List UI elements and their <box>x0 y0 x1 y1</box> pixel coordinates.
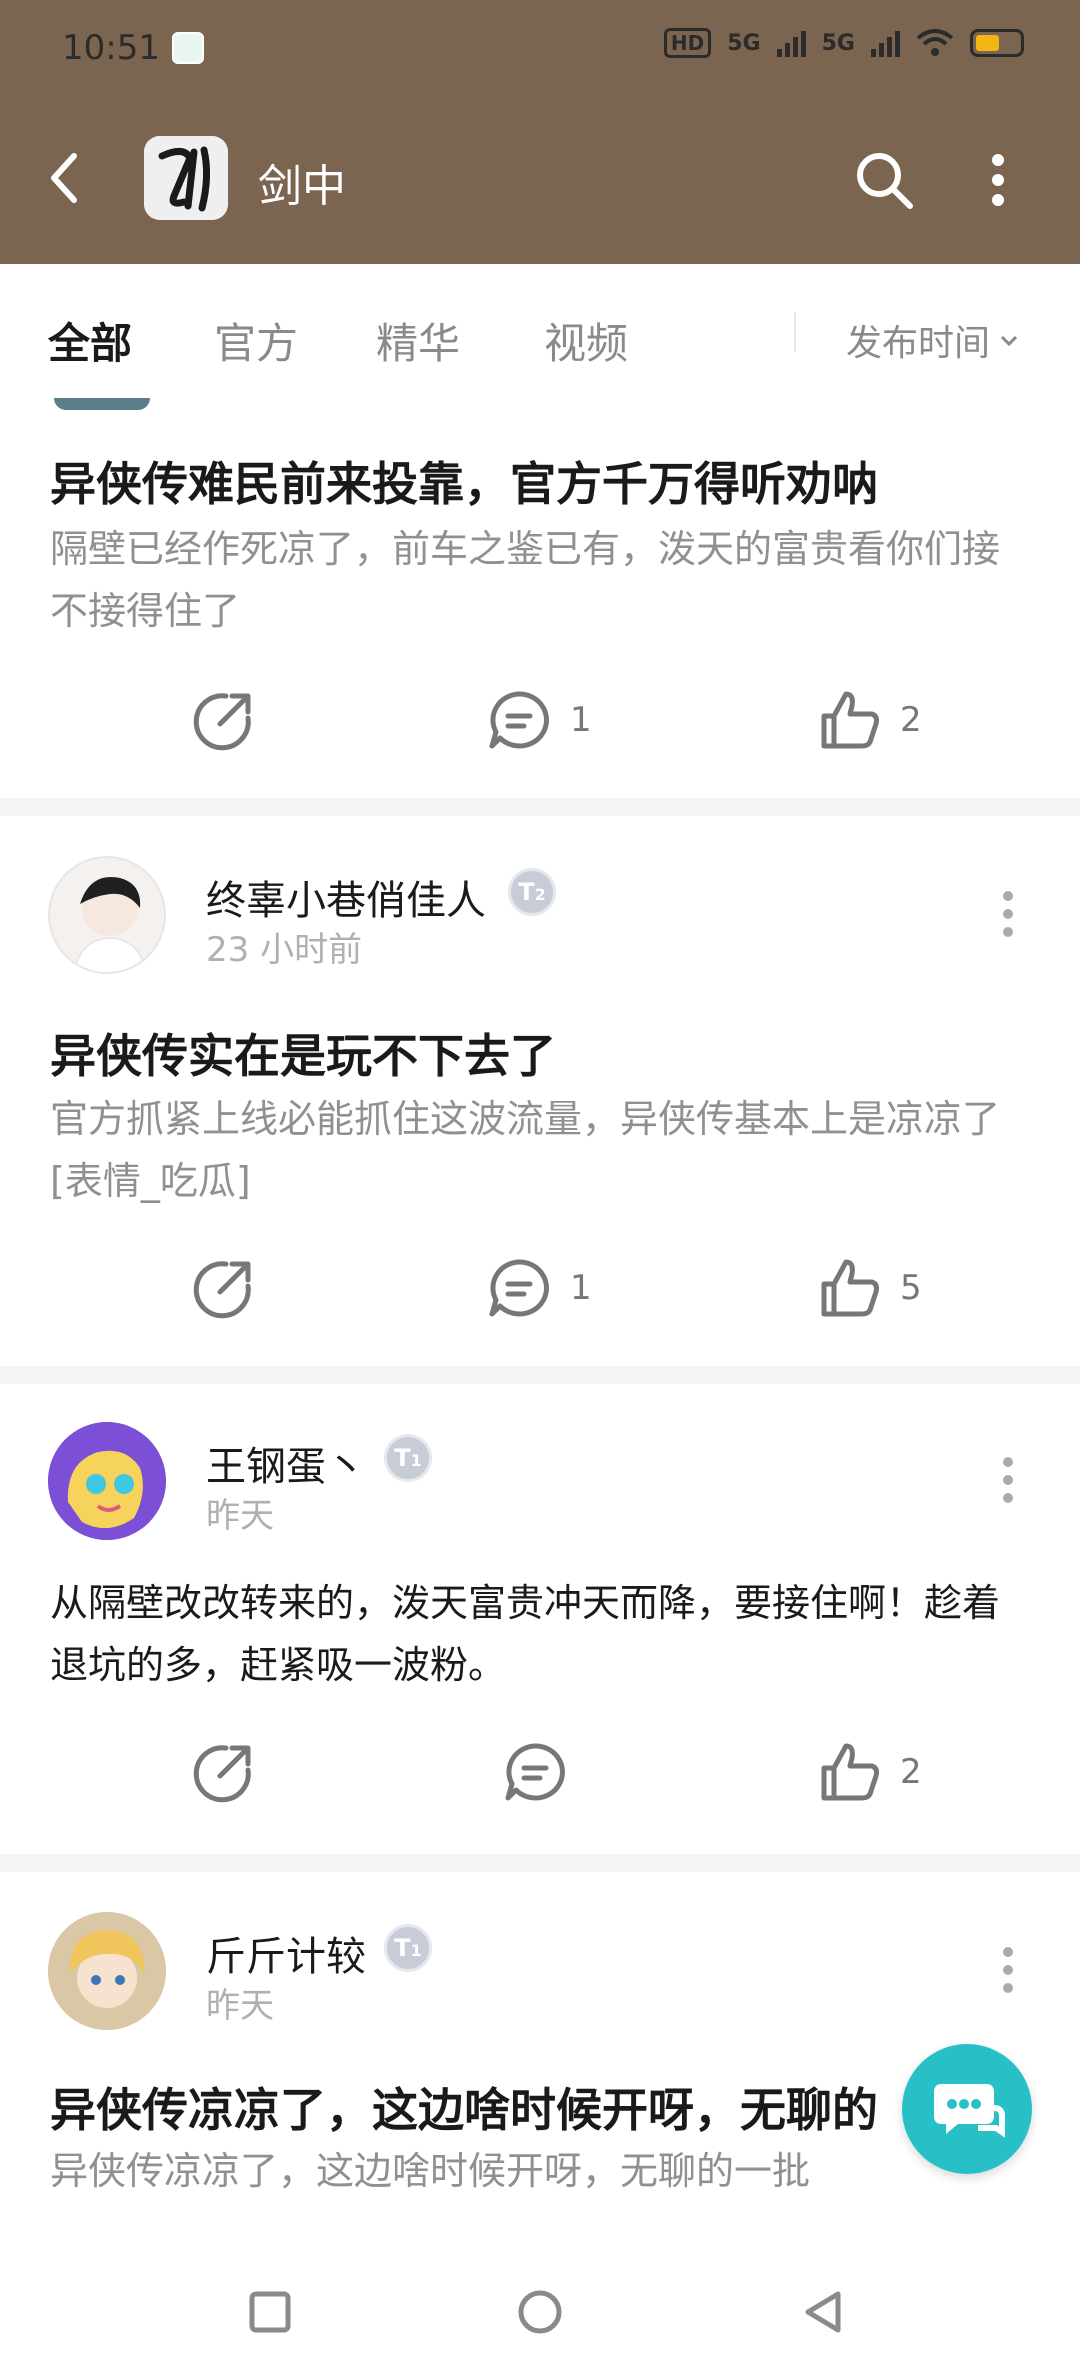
more-vertical-icon[interactable] <box>978 148 1018 212</box>
sort-label: 发布时间 <box>846 323 991 364</box>
comment-count: 1 <box>570 1268 592 1308</box>
post-time: 昨天 <box>206 1986 274 2026</box>
like-count: 5 <box>900 1268 922 1308</box>
app-header: 10:51 HD 5G 5G 剑中 <box>0 0 1080 264</box>
signal-icon-2 <box>871 29 900 57</box>
post-body: 隔壁已经作死凉了，前车之鉴已有，泼天的富贵看你们接不接得住了 <box>50 527 1001 633</box>
post-separator <box>0 1366 1080 1384</box>
like-button[interactable]: 2 <box>818 688 922 752</box>
share-icon <box>193 693 251 751</box>
post-body: 从隔壁改改转来的，泼天富贵冲天而降，要接住啊！趁着退坑的多，赶紧吸一波粉。 <box>50 1581 1001 1687</box>
post-time: 昨天 <box>206 1496 274 1536</box>
network-5g-label-2: 5G <box>821 30 855 56</box>
post-time: 23 小时前 <box>206 930 363 970</box>
avatar[interactable] <box>48 1912 166 2030</box>
level-badge: T2 <box>508 868 556 916</box>
like-count: 2 <box>900 1752 922 1792</box>
username[interactable]: 终辜小巷俏佳人 <box>206 868 486 926</box>
recent-apps-icon[interactable] <box>248 2290 292 2334</box>
compose-chat-button[interactable] <box>902 2044 1032 2174</box>
more-vertical-icon[interactable] <box>996 884 1020 944</box>
post-title: 异侠传难民前来投靠，官方千万得听劝呐 <box>50 457 878 511</box>
app-notification-icon <box>172 32 204 64</box>
tab-featured[interactable]: 精华 <box>376 310 460 371</box>
like-button[interactable]: 2 <box>818 1740 922 1804</box>
back-icon[interactable] <box>40 146 90 210</box>
battery-icon <box>970 29 1024 57</box>
category-tabs: 全部 官方 精华 视频 发布时间 <box>0 264 1080 398</box>
sort-dropdown[interactable]: 发布时间 <box>846 314 1020 366</box>
post-card[interactable]: 异侠传难民前来投靠，官方千万得听劝呐 隔壁已经作死凉了，前车之鉴已有，泼天的富贵… <box>0 398 1080 798</box>
hd-badge: HD <box>663 28 712 58</box>
avatar[interactable] <box>48 856 166 974</box>
post-title: 异侠传凉凉了，这边啥时候开呀，无聊的 <box>50 2083 878 2137</box>
level-badge: T1 <box>384 1434 432 1482</box>
comment-icon <box>505 1743 565 1801</box>
game-logo <box>144 136 228 220</box>
home-icon[interactable] <box>516 2288 564 2336</box>
share-button[interactable] <box>192 1740 256 1804</box>
share-button[interactable] <box>192 1256 256 1320</box>
comment-count: 1 <box>570 700 592 740</box>
post-card[interactable]: 终辜小巷俏佳人 T2 23 小时前 异侠传实在是玩不下去了 官方抓紧上线必能抓住… <box>0 816 1080 1366</box>
tab-video[interactable]: 视频 <box>544 310 628 371</box>
like-count: 2 <box>900 700 922 740</box>
share-icon <box>193 1745 251 1803</box>
post-separator <box>0 798 1080 816</box>
thumbs-up-icon <box>821 691 879 749</box>
avatar[interactable] <box>48 1422 166 1540</box>
comment-icon <box>489 1259 549 1317</box>
thumbs-up-icon <box>821 1259 879 1317</box>
thumbs-up-icon <box>821 1743 879 1801</box>
comment-button[interactable]: 1 <box>486 1256 592 1320</box>
post-card[interactable]: 王钢蛋丶 T1 昨天 从隔壁改改转来的，泼天富贵冲天而降，要接住啊！趁着退坑的多… <box>0 1384 1080 1854</box>
share-icon <box>193 1261 251 1319</box>
status-time: 10:51 <box>62 28 160 68</box>
tab-all[interactable]: 全部 <box>48 310 132 371</box>
post-title: 异侠传实在是玩不下去了 <box>50 1029 556 1083</box>
back-nav-icon[interactable] <box>800 2288 848 2336</box>
more-vertical-icon[interactable] <box>996 1450 1020 1510</box>
post-separator <box>0 1854 1080 1872</box>
chevron-down-icon <box>1000 335 1018 347</box>
tab-divider <box>794 312 796 352</box>
system-nav-bar <box>0 2250 1080 2376</box>
comment-icon <box>489 691 549 749</box>
network-5g-label-1: 5G <box>727 30 761 56</box>
chat-bubble-icon <box>934 2084 1005 2138</box>
more-vertical-icon[interactable] <box>996 1940 1020 2000</box>
signal-icon <box>776 29 806 57</box>
avatar <box>54 398 150 410</box>
status-icons: HD 5G 5G <box>663 28 1024 58</box>
level-badge: T1 <box>384 1924 432 1972</box>
search-icon[interactable] <box>852 148 916 212</box>
tab-official[interactable]: 官方 <box>214 310 298 371</box>
share-button[interactable] <box>192 688 256 752</box>
comment-button[interactable] <box>502 1740 568 1804</box>
post-body: 异侠传凉凉了，这边啥时候开呀，无聊的一批 <box>50 2149 811 2193</box>
comment-button[interactable]: 1 <box>486 688 592 752</box>
page-title: 剑中 <box>258 161 346 212</box>
username[interactable]: 斤斤计较 <box>206 1924 366 1982</box>
wifi-icon <box>916 29 954 56</box>
like-button[interactable]: 5 <box>818 1256 922 1320</box>
username[interactable]: 王钢蛋丶 <box>206 1434 366 1492</box>
post-body: 官方抓紧上线必能抓住这波流量，异侠传基本上是凉凉了[表情_吃瓜] <box>50 1097 1001 1203</box>
